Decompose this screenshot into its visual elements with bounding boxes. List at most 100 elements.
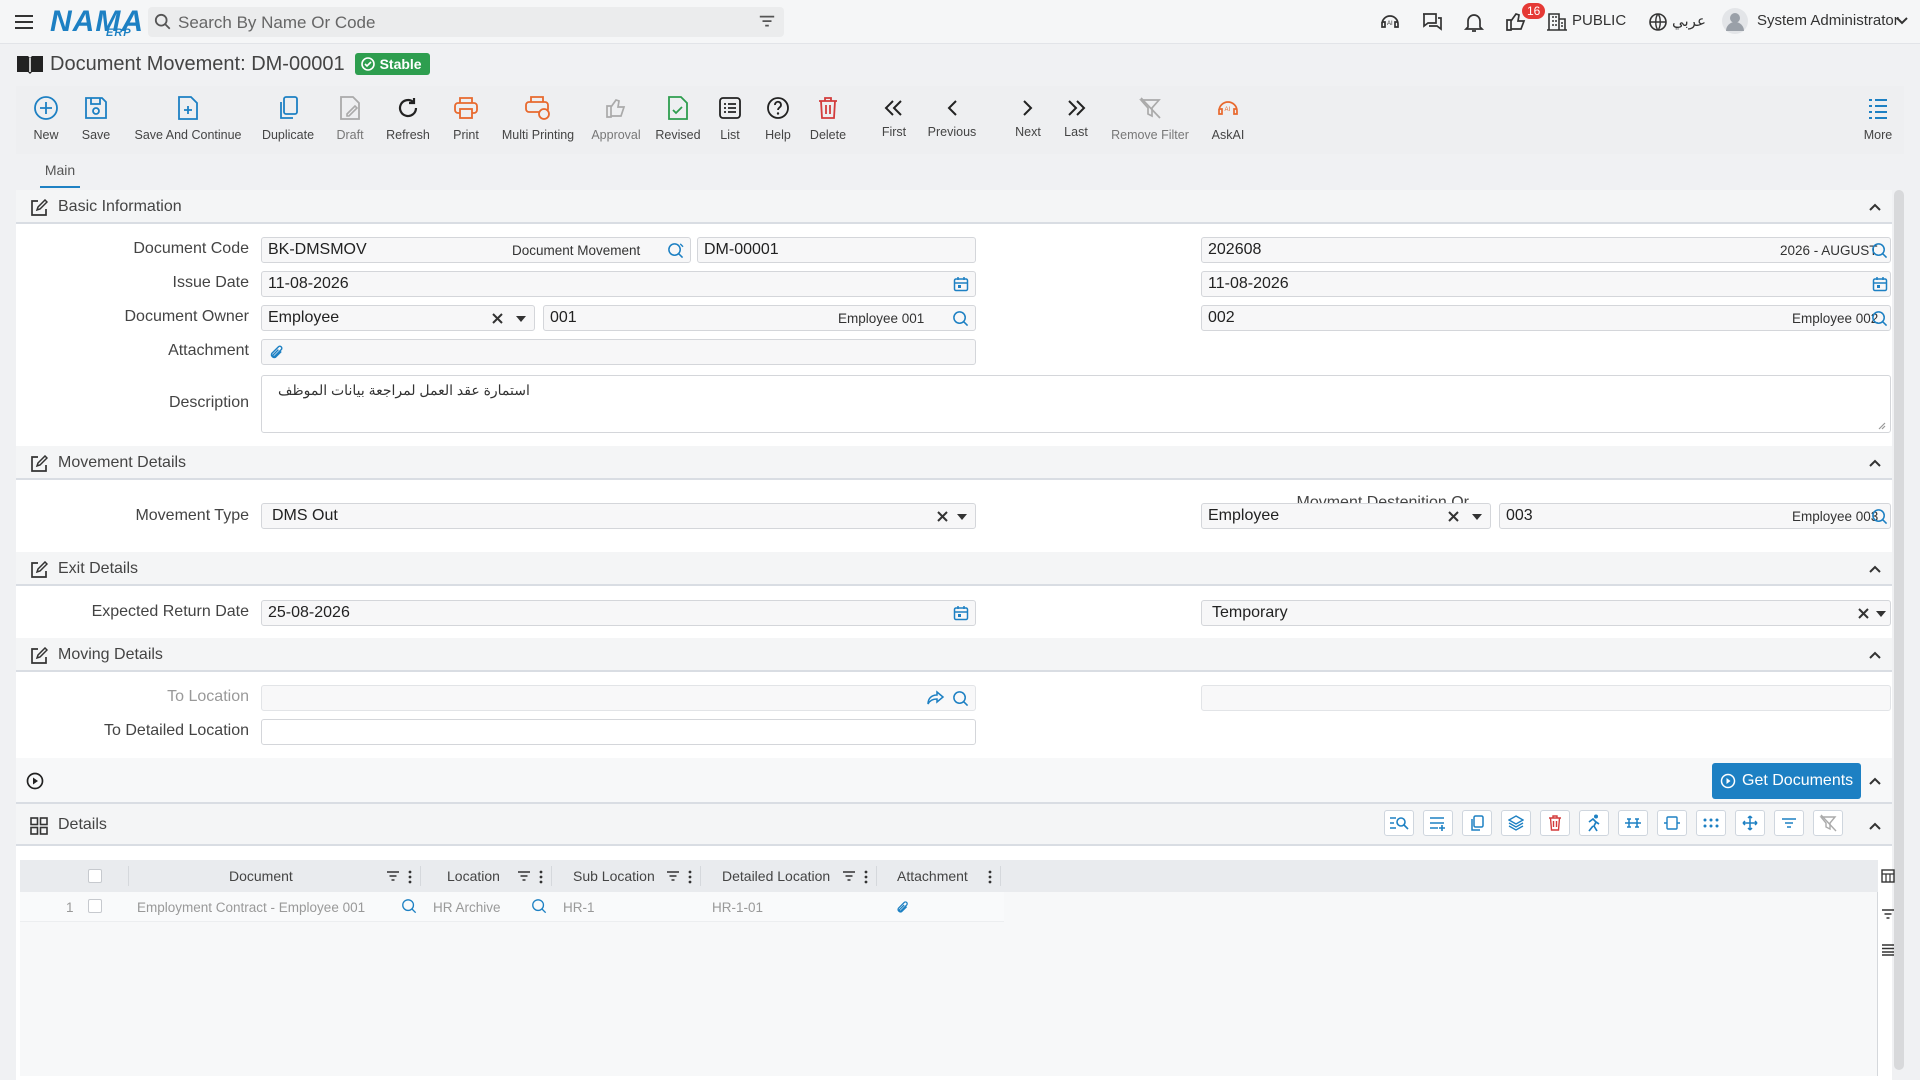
caret-down-icon[interactable]: [1472, 513, 1482, 521]
search-grid-icon[interactable]: [1384, 810, 1414, 836]
duplicate-button[interactable]: Duplicate: [256, 86, 320, 142]
page-scrollbar[interactable]: [1894, 190, 1904, 1070]
column-menu-icon[interactable]: [539, 870, 543, 884]
column-header-document[interactable]: Document: [229, 868, 293, 884]
chat-icon[interactable]: [1420, 10, 1444, 34]
paperclip-icon[interactable]: [895, 900, 910, 915]
columns-icon[interactable]: [1881, 869, 1895, 883]
filter-lines-icon[interactable]: [1774, 810, 1804, 836]
language-switch[interactable]: عربي: [1672, 12, 1706, 30]
out-movement-type-select[interactable]: Temporary: [1201, 600, 1891, 626]
clear-icon[interactable]: [491, 312, 504, 325]
chevron-up-icon[interactable]: [1868, 200, 1882, 214]
description-textarea[interactable]: استمارة عقد العمل لمراجعة بيانات الموظف: [261, 375, 1891, 433]
play-circle-icon[interactable]: [26, 772, 44, 790]
caret-down-icon[interactable]: [516, 315, 526, 323]
column-menu-icon[interactable]: [408, 870, 412, 884]
layers-icon[interactable]: [1501, 810, 1531, 836]
menu-icon[interactable]: [12, 10, 36, 34]
movement-destination-code-field[interactable]: 003 Employee 003: [1499, 503, 1891, 529]
paperclip-icon[interactable]: [268, 344, 285, 361]
calendar-icon[interactable]: [1872, 276, 1888, 292]
chevron-up-icon[interactable]: [1868, 648, 1882, 662]
multi-printing-button[interactable]: Multi Printing: [496, 86, 580, 142]
askai-button[interactable]: AI AskAI: [1206, 86, 1250, 142]
ai-assistant-icon[interactable]: AI: [1378, 10, 1402, 34]
filter-icon[interactable]: [758, 13, 776, 31]
cell-detailed-location[interactable]: HR-1-01: [712, 900, 763, 915]
draft-button[interactable]: Draft: [328, 86, 372, 142]
print-button[interactable]: Print: [444, 86, 488, 142]
cell-document[interactable]: Employment Contract - Employee 001: [137, 900, 365, 915]
responsible-employee-field[interactable]: 002 Employee 002: [1201, 305, 1891, 331]
column-header-detailed-location[interactable]: Detailed Location: [722, 868, 830, 884]
next-button[interactable]: Next: [1010, 86, 1046, 139]
move-icon[interactable]: [1735, 810, 1765, 836]
expected-return-date-field[interactable]: 25-08-2026: [261, 600, 976, 626]
to-detailed-location-field[interactable]: [261, 719, 976, 745]
resize-handle-icon[interactable]: [1876, 420, 1886, 430]
lookup-icon[interactable]: [1871, 242, 1888, 259]
add-row-icon[interactable]: [1423, 810, 1453, 836]
section-movement-details[interactable]: Movement Details: [16, 446, 1892, 480]
filter-off-icon[interactable]: [1813, 810, 1843, 836]
save-button[interactable]: Save: [76, 86, 116, 142]
global-search[interactable]: Search By Name Or Code: [148, 7, 784, 37]
to-location-field[interactable]: [261, 685, 976, 711]
save-and-continue-button[interactable]: Save And Continue: [128, 86, 248, 142]
column-menu-icon[interactable]: [988, 870, 992, 884]
chevron-up-icon[interactable]: [1868, 456, 1882, 470]
run-icon[interactable]: [1579, 810, 1609, 836]
lookup-icon[interactable]: [401, 898, 417, 914]
delete-button[interactable]: Delete: [806, 86, 850, 142]
approval-button[interactable]: Approval: [588, 86, 644, 142]
column-header-sub-location[interactable]: Sub Location: [573, 868, 655, 884]
dots-grid-icon[interactable]: [1696, 810, 1726, 836]
globe-icon[interactable]: [1648, 12, 1668, 32]
clear-icon[interactable]: [1857, 607, 1870, 620]
last-button[interactable]: Last: [1058, 86, 1094, 139]
column-header-location[interactable]: Location: [447, 868, 500, 884]
column-menu-icon[interactable]: [864, 870, 868, 884]
copy-icon[interactable]: [1462, 810, 1492, 836]
attachment-field[interactable]: [261, 339, 976, 365]
section-details[interactable]: Details: [16, 804, 1892, 846]
chevron-up-icon[interactable]: [1868, 819, 1882, 833]
cell-sub-location[interactable]: HR-1: [563, 900, 595, 915]
document-owner-type-select[interactable]: Employee: [261, 305, 535, 331]
to-sub-location-field[interactable]: [1201, 685, 1891, 711]
filter-icon[interactable]: [517, 870, 531, 882]
section-exit-details[interactable]: Exit Details: [16, 552, 1892, 586]
trash-icon[interactable]: [1540, 810, 1570, 836]
app-logo[interactable]: NAMA ERP: [50, 5, 144, 39]
more-button[interactable]: More: [1860, 86, 1896, 142]
filter-icon[interactable]: [842, 870, 856, 882]
new-button[interactable]: New: [28, 86, 64, 142]
table-row[interactable]: 1 Employment Contract - Employee 001 HR …: [20, 892, 1004, 922]
movement-type-select[interactable]: DMS Out: [261, 503, 976, 529]
previous-button[interactable]: Previous: [924, 86, 980, 139]
refresh-button[interactable]: Refresh: [380, 86, 436, 142]
tab-main[interactable]: Main: [40, 162, 80, 188]
chevron-up-icon[interactable]: [1868, 774, 1882, 788]
column-header-attachment[interactable]: Attachment: [897, 868, 968, 884]
caret-down-icon[interactable]: [1876, 610, 1886, 618]
help-button[interactable]: Help: [758, 86, 798, 142]
chevron-down-icon[interactable]: [1895, 14, 1909, 28]
user-avatar-icon[interactable]: [1722, 8, 1748, 34]
remove-filter-button[interactable]: Remove Filter: [1108, 86, 1192, 142]
lookup-icon[interactable]: [1871, 310, 1888, 327]
fiscal-period-field[interactable]: 202608 2026 - AUGUST: [1201, 237, 1891, 263]
chevron-up-icon[interactable]: [1868, 562, 1882, 576]
list-button[interactable]: List: [712, 86, 748, 142]
column-menu-icon[interactable]: [688, 870, 692, 884]
document-code-field[interactable]: BK-DMSMOV Document Movement: [261, 237, 691, 263]
fit-width-icon[interactable]: [1657, 810, 1687, 836]
first-button[interactable]: First: [876, 86, 912, 139]
clear-icon[interactable]: [1447, 510, 1460, 523]
filter-icon[interactable]: [1881, 908, 1895, 920]
select-all-checkbox[interactable]: [88, 869, 102, 883]
section-moving-details[interactable]: Moving Details: [16, 638, 1892, 672]
lookup-icon[interactable]: [1871, 508, 1888, 525]
bell-icon[interactable]: [1462, 10, 1486, 34]
